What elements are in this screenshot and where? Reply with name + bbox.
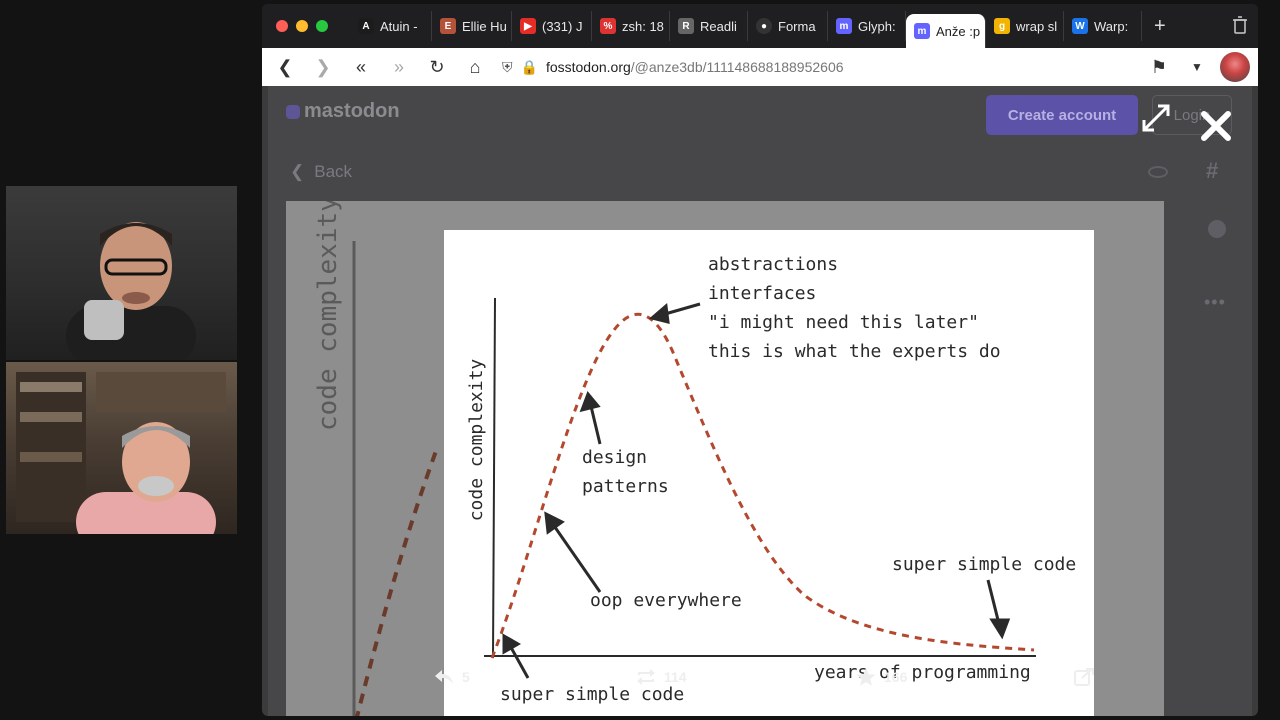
tab-bar: A Atuin - E Ellie Hu ▶ (331) J % zsh: 18… [262, 4, 1258, 48]
close-window-button[interactable] [276, 20, 288, 32]
tab-list: A Atuin - E Ellie Hu ▶ (331) J % zsh: 18… [350, 4, 1142, 48]
home-icon[interactable]: ⌂ [460, 52, 490, 82]
reload-icon[interactable]: ↻ [422, 52, 452, 82]
tab-warp[interactable]: W Warp: [1064, 11, 1142, 41]
tab-ellie[interactable]: E Ellie Hu [432, 11, 512, 41]
tab-anze-active[interactable]: m Anže :p [906, 14, 986, 48]
chevron-down-icon[interactable]: ▼ [1182, 52, 1212, 82]
shield-icon[interactable]: ⛨ [502, 59, 513, 76]
readline-icon: R [678, 18, 694, 34]
back-arrow-icon[interactable]: ❮ [270, 52, 300, 82]
reply-count: 5 [462, 669, 470, 685]
create-account-button[interactable]: Create account [986, 95, 1138, 135]
tab-glyph[interactable]: m Glyph: [828, 11, 906, 41]
annotation-oop-everywhere: oop everywhere [590, 590, 742, 611]
maximize-window-button[interactable] [316, 20, 328, 32]
mastodon-page: mastodon Create account Login ❮ Back # •… [268, 86, 1252, 716]
back-link[interactable]: ❮ Back [290, 162, 352, 182]
profile-avatar[interactable] [1220, 52, 1250, 82]
globe-icon[interactable] [1208, 220, 1226, 238]
minimize-window-button[interactable] [296, 20, 308, 32]
screen: A Atuin - E Ellie Hu ▶ (331) J % zsh: 18… [0, 0, 1280, 720]
zsh-icon: % [600, 18, 616, 34]
atuin-icon: A [358, 18, 374, 34]
rewind-icon[interactable]: « [346, 52, 376, 82]
tab-label: Warp: [1094, 18, 1129, 34]
image-lightbox: code complexity years of programming abs… [444, 230, 1094, 716]
ellie-icon: E [440, 18, 456, 34]
annotation-experts: this is what the experts do [708, 341, 1001, 362]
mastodon-icon [286, 104, 300, 119]
boost-count: 114 [664, 669, 687, 685]
tab-label: Forma [778, 18, 816, 34]
y-axis [492, 297, 496, 659]
open-external-button[interactable] [1074, 668, 1094, 686]
fast-forward-icon[interactable]: » [384, 52, 414, 82]
mastodon-logo[interactable]: mastodon [286, 100, 400, 123]
tab-label: (331) J [542, 18, 583, 34]
tab-label: Ellie Hu [462, 18, 507, 34]
back-label: Back [314, 162, 353, 181]
annotation-interfaces: interfaces [708, 283, 816, 304]
complexity-chart: code complexity years of programming abs… [466, 254, 1076, 705]
reply-icon [435, 670, 453, 684]
browser-toolbar: ❮ ❯ « » ↻ ⌂ ⛨ 🔒 fosstodon.org/@anze3db/1… [262, 48, 1258, 86]
expand-icon[interactable] [1140, 102, 1172, 134]
webcam-person-two [16, 372, 226, 534]
annotation-super-simple-right: super simple code [892, 554, 1076, 575]
post-action-bar: 5 114 166 [268, 668, 1252, 698]
annotation-patterns: patterns [582, 476, 669, 497]
tab-label: Anže :p [936, 23, 981, 39]
boost-button[interactable]: 114 [636, 668, 687, 686]
star-icon [856, 668, 876, 686]
tab-atuin[interactable]: A Atuin - [350, 11, 432, 41]
warp-icon: W [1072, 18, 1088, 34]
y-axis-label: code complexity [466, 359, 487, 522]
webcam-person-one [66, 222, 196, 360]
tab-label: Readli [700, 18, 737, 34]
hashtag-icon[interactable]: # [1206, 158, 1218, 184]
g-icon: g [994, 18, 1010, 34]
tab-wrap[interactable]: g wrap sl [986, 11, 1064, 41]
eye-icon[interactable] [1148, 166, 1168, 178]
url-domain: fosstodon.org [545, 59, 631, 75]
youtube-icon: ▶ [520, 18, 536, 34]
webcam-host-one [6, 186, 237, 360]
mastodon-icon: m [836, 18, 852, 34]
tab-label: zsh: 18 [622, 18, 664, 34]
more-icon[interactable]: ••• [1204, 292, 1226, 313]
tab-youtube[interactable]: ▶ (331) J [512, 11, 592, 41]
webcam-host-two [6, 362, 237, 534]
tab-label: Atuin - [380, 18, 418, 34]
reply-button[interactable]: 5 [434, 668, 470, 686]
bookmark-icon[interactable]: ⚑ [1144, 52, 1174, 82]
logo-text: mastodon [304, 100, 400, 122]
chevron-left-icon: ❮ [290, 162, 305, 181]
forward-arrow-icon[interactable]: ❯ [308, 52, 338, 82]
annotation-abstractions: abstractions [708, 254, 838, 275]
url-path: /@anze3db/111148688188952606 [630, 59, 844, 75]
browser-window: A Atuin - E Ellie Hu ▶ (331) J % zsh: 18… [262, 4, 1258, 716]
tab-label: wrap sl [1016, 18, 1058, 34]
address-bar[interactable]: ⛨ 🔒 fosstodon.org/@anze3db/1111486881889… [498, 59, 1136, 76]
tab-github[interactable]: ● Forma [748, 11, 828, 41]
tab-zsh[interactable]: % zsh: 18 [592, 11, 670, 41]
favourite-count: 166 [884, 669, 908, 685]
trash-icon[interactable] [1232, 16, 1248, 34]
close-icon[interactable] [1198, 108, 1234, 144]
boost-icon [637, 669, 655, 685]
github-icon: ● [756, 18, 772, 34]
tab-readline[interactable]: R Readli [670, 11, 748, 41]
mastodon-icon: m [914, 23, 930, 39]
tab-label: Glyph: [858, 18, 896, 34]
new-tab-plus-icon[interactable]: + [1154, 15, 1166, 38]
annotation-design: design [582, 447, 647, 468]
lock-icon: 🔒 [520, 58, 538, 75]
backdrop-code-complexity: code complexity [313, 201, 343, 431]
annotation-might-need-later: "i might need this later" [708, 312, 979, 333]
favourite-button[interactable]: 166 [856, 668, 907, 686]
window-controls [262, 20, 350, 32]
external-link-icon [1074, 668, 1094, 686]
complexity-curve [490, 312, 1035, 659]
